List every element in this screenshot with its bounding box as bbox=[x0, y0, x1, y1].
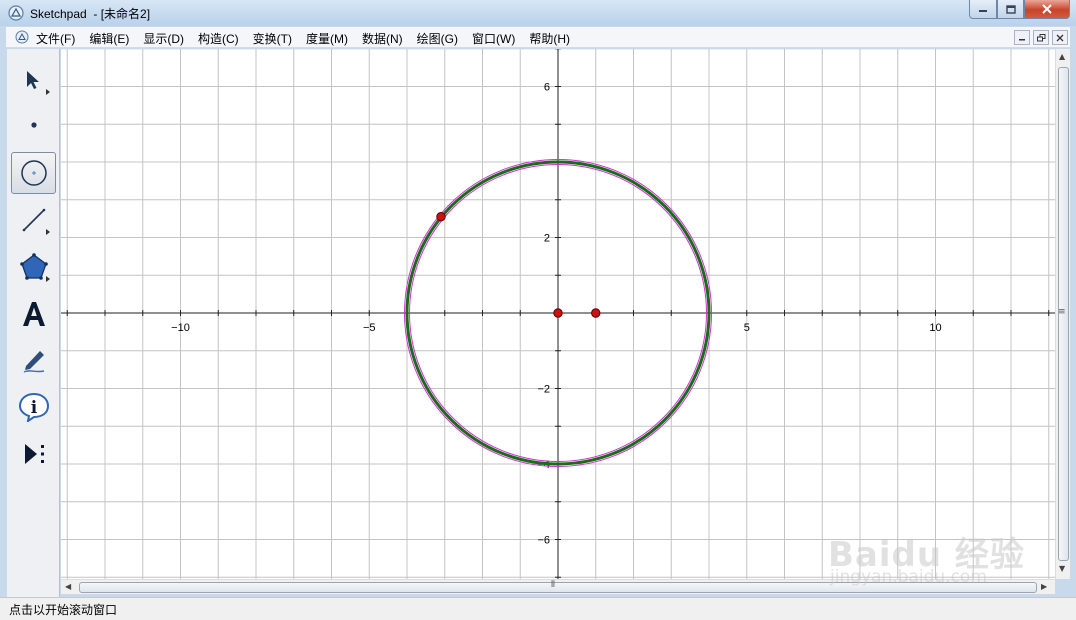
svg-text:i: i bbox=[30, 398, 37, 418]
document-icon[interactable] bbox=[15, 30, 29, 44]
menu-item-3[interactable]: 构造(C) bbox=[198, 30, 239, 47]
sketch-canvas[interactable]: −10 −5 5 10 6 2 −2 −4 −6 bbox=[61, 49, 1055, 579]
title-bar[interactable]: Sketchpad - [未命名2] bbox=[0, 0, 1076, 26]
tool-custom[interactable] bbox=[11, 433, 56, 475]
tool-marker[interactable] bbox=[11, 339, 56, 381]
point-0[interactable] bbox=[553, 308, 563, 318]
custom-tools-play-icon bbox=[24, 444, 44, 464]
horizontal-scrollbar[interactable]: ◀ ⦀ ▶ bbox=[61, 579, 1055, 594]
scroll-grip-icon: ≡ bbox=[1058, 307, 1066, 317]
close-button[interactable] bbox=[1024, 0, 1070, 19]
info-balloon-icon: i bbox=[18, 392, 49, 422]
menu-item-9[interactable]: 帮助(H) bbox=[529, 30, 570, 47]
text-a-icon bbox=[22, 302, 45, 326]
tool-compass[interactable] bbox=[11, 152, 56, 194]
menu-item-8[interactable]: 窗口(W) bbox=[472, 30, 515, 47]
scroll-left-arrow-icon[interactable]: ◀ bbox=[65, 582, 71, 591]
tool-information[interactable]: i bbox=[11, 386, 56, 428]
menu-item-0[interactable]: 文件(F) bbox=[36, 30, 75, 47]
y-tick-label: −6 bbox=[537, 535, 550, 547]
x-tick-label: −10 bbox=[171, 322, 190, 334]
scroll-right-arrow-icon[interactable]: ▶ bbox=[1041, 582, 1047, 591]
horizontal-scroll-thumb[interactable] bbox=[79, 582, 1037, 593]
tool-text[interactable] bbox=[11, 293, 56, 335]
point-1[interactable] bbox=[591, 308, 601, 318]
arrow-pointer-icon bbox=[26, 71, 39, 89]
minimize-button[interactable] bbox=[969, 0, 997, 19]
submenu-triangle-icon bbox=[46, 89, 50, 95]
coordinate-graph[interactable]: −10 −5 5 1062−2−4−6 bbox=[61, 49, 1055, 579]
window-title: Sketchpad - [未命名2] bbox=[30, 7, 151, 21]
y-tick-label: 2 bbox=[544, 233, 550, 245]
menu-item-7[interactable]: 绘图(G) bbox=[417, 30, 458, 47]
vertical-scrollbar[interactable]: ▲ ≡ ▼ bbox=[1055, 49, 1070, 579]
submenu-triangle-icon bbox=[46, 276, 50, 282]
toolbox: i bbox=[7, 49, 60, 597]
minimize-icon bbox=[1019, 38, 1025, 40]
menu-bar: 文件(F) 编辑(E) 显示(D) 构造(C) 变换(T) 度量(M) 数据(N) 绘图(G)… bbox=[6, 27, 1070, 48]
menu-item-4[interactable]: 变换(T) bbox=[253, 30, 292, 47]
straightedge-line-icon bbox=[22, 208, 45, 232]
point-2[interactable] bbox=[436, 212, 446, 222]
close-icon bbox=[1042, 4, 1052, 14]
menu-item-6[interactable]: 数据(N) bbox=[362, 30, 403, 47]
x-tick-label: 5 bbox=[744, 322, 750, 334]
sketchpad-window: Sketchpad - [未命名2] 文件(F) 编辑(E) 显示(D) 构造(C) 变… bbox=[0, 0, 1076, 620]
menu-item-5[interactable]: 度量(M) bbox=[306, 30, 348, 47]
restore-icon bbox=[1036, 33, 1045, 41]
tool-straightedge[interactable] bbox=[11, 199, 56, 241]
minimize-icon bbox=[979, 10, 987, 12]
polygon-icon bbox=[19, 253, 48, 280]
point-icon bbox=[30, 122, 37, 128]
sketchpad-app-icon bbox=[8, 5, 24, 21]
status-text: 点击以开始滚动窗口 bbox=[9, 603, 118, 617]
y-tick-label: 6 bbox=[544, 82, 550, 94]
maximize-icon bbox=[1005, 4, 1016, 14]
menu-item-2[interactable]: 显示(D) bbox=[143, 30, 184, 47]
y-tick-label: −2 bbox=[537, 384, 550, 396]
scroll-up-arrow-icon[interactable]: ▲ bbox=[1059, 52, 1065, 61]
document-close-button[interactable] bbox=[1052, 30, 1068, 45]
status-bar: 点击以开始滚动窗口 bbox=[0, 597, 1076, 620]
scroll-grip-icon: ⦀ bbox=[551, 580, 555, 590]
compass-circle-icon bbox=[20, 160, 47, 186]
maximize-button[interactable] bbox=[997, 0, 1024, 19]
x-tick-label: −5 bbox=[363, 322, 376, 334]
tool-selection-arrow[interactable] bbox=[11, 59, 56, 101]
tool-point[interactable] bbox=[11, 104, 56, 146]
menu-item-1[interactable]: 编辑(E) bbox=[89, 30, 129, 47]
submenu-triangle-icon bbox=[46, 229, 50, 235]
scroll-down-arrow-icon[interactable]: ▼ bbox=[1059, 564, 1065, 573]
close-icon bbox=[1056, 34, 1064, 41]
menu-items: 文件(F) 编辑(E) 显示(D) 构造(C) 变换(T) 度量(M) 数据(N) 绘图(G)… bbox=[36, 30, 584, 47]
x-tick-label: 10 bbox=[929, 322, 941, 334]
document-minimize-button[interactable] bbox=[1014, 30, 1030, 45]
document-restore-button[interactable] bbox=[1033, 30, 1049, 45]
marker-pen-icon bbox=[23, 351, 44, 373]
tool-polygon[interactable] bbox=[11, 246, 56, 288]
